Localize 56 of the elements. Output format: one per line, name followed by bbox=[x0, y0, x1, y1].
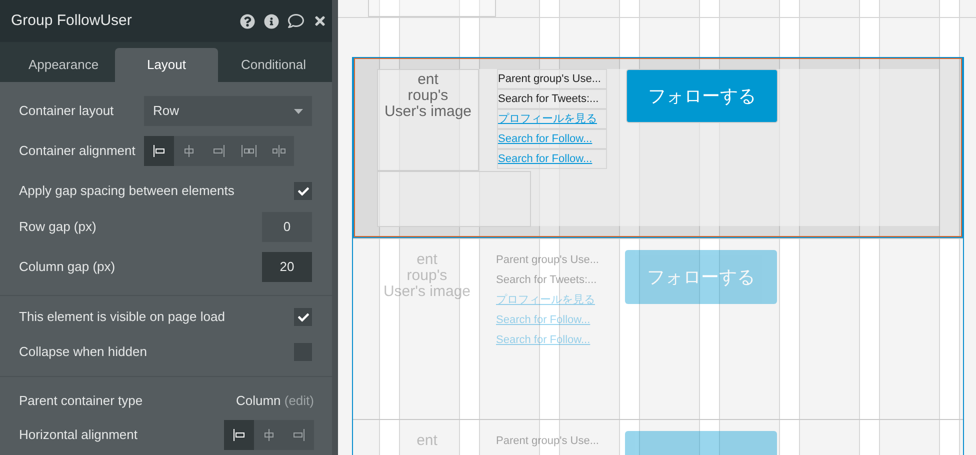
layout-dropdown[interactable]: Row bbox=[144, 96, 312, 126]
follow-button[interactable]: フォローする bbox=[625, 250, 777, 304]
repeating-cell[interactable]: ent Parent group's Use... bbox=[353, 419, 963, 455]
checkmark-icon bbox=[298, 186, 308, 196]
image-alt-text: ent roup's User's image bbox=[383, 70, 473, 120]
parent-type-value: Column (edit) bbox=[236, 392, 314, 410]
field-label: Horizontal alignment bbox=[19, 426, 138, 444]
align-right-icon bbox=[213, 145, 225, 157]
panel-tab[interactable]: Conditional bbox=[222, 48, 325, 82]
checkbox[interactable] bbox=[294, 308, 312, 326]
link-text[interactable]: Search for Follow... bbox=[497, 149, 607, 169]
number-field[interactable]: 0 bbox=[262, 212, 312, 242]
comment-icon[interactable] bbox=[288, 13, 304, 29]
align-right-icon bbox=[293, 429, 305, 441]
space-around-icon bbox=[272, 145, 286, 157]
image-alt-text: ent roup's User's image bbox=[382, 250, 472, 300]
panel-tab[interactable]: Appearance bbox=[12, 48, 115, 82]
follow-button[interactable]: フォローする bbox=[626, 69, 778, 123]
info-icon[interactable] bbox=[264, 14, 279, 28]
field-label: Column gap (px) bbox=[19, 258, 116, 276]
field-label: Parent container type bbox=[19, 392, 143, 410]
alignment-option[interactable] bbox=[144, 136, 174, 166]
panel-title: Group FollowUser bbox=[11, 10, 132, 31]
align-center-icon bbox=[183, 145, 195, 157]
text-element: Parent group's Use... bbox=[497, 69, 607, 89]
caret-icon bbox=[294, 108, 303, 114]
field-label: This element is visible on page load bbox=[19, 308, 225, 326]
text-element: Search for Tweets:... bbox=[496, 272, 598, 288]
number-field[interactable]: 20 bbox=[262, 252, 312, 282]
panel-tab[interactable]: Layout bbox=[115, 48, 218, 82]
field-label: Row gap (px) bbox=[19, 218, 96, 236]
repeating-cell[interactable]: ent roup's User's image Parent group's Use... Search for Tweets:... プロフィールを見る Search for Follow... Search for Follow... フォローする bbox=[353, 238, 963, 419]
link-text[interactable]: Search for Follow... bbox=[496, 310, 606, 330]
link-text[interactable]: プロフィールを見る bbox=[496, 290, 606, 310]
link-text[interactable]: Search for Follow... bbox=[496, 330, 606, 350]
close-icon[interactable] bbox=[313, 14, 327, 28]
text-element: Search for Tweets:... bbox=[497, 89, 607, 109]
link-text[interactable]: Search for Follow... bbox=[497, 129, 607, 149]
field-label: Container alignment bbox=[19, 142, 136, 160]
alignment-option[interactable] bbox=[224, 420, 254, 450]
help-icon[interactable] bbox=[240, 14, 255, 28]
text-element: Parent group's Use... bbox=[496, 434, 600, 449]
checkmark-icon bbox=[298, 312, 308, 322]
link-text[interactable]: プロフィールを見る bbox=[497, 109, 607, 129]
field-label: Apply gap spacing between elements bbox=[19, 182, 234, 200]
repeating-cell[interactable]: ent roup's User's image Parent group's Use... Search for Tweets:... プロフィールを見る Search for Follow... Search for Follow... フォローする bbox=[353, 57, 963, 238]
field-label: Container layout bbox=[19, 102, 114, 120]
edit-link[interactable]: (edit) bbox=[284, 393, 314, 408]
image-alt-text: ent bbox=[416, 431, 438, 449]
space-between-icon bbox=[241, 145, 257, 157]
field-label: Collapse when hidden bbox=[19, 343, 147, 362]
align-left-icon bbox=[233, 429, 245, 441]
text-element: Parent group's Use... bbox=[496, 252, 600, 268]
align-center-icon bbox=[263, 429, 275, 441]
align-left-icon bbox=[153, 145, 165, 157]
checkbox[interactable] bbox=[294, 182, 312, 200]
